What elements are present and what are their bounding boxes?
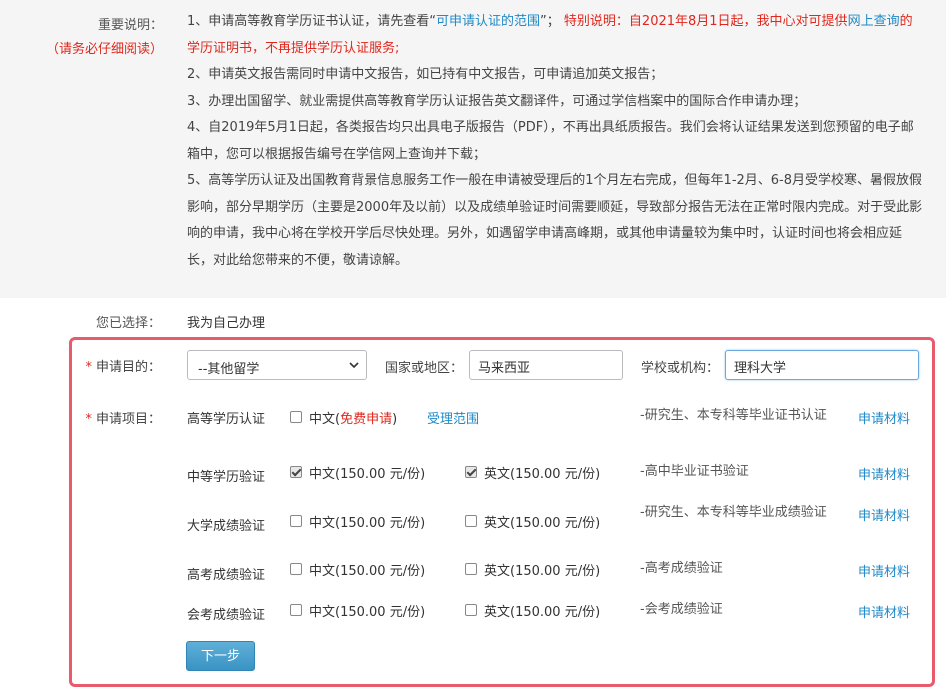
purpose-select-value: --其他留学 — [198, 362, 260, 377]
chevron-down-icon — [349, 362, 359, 369]
checkbox-gaokao-en[interactable] — [465, 563, 477, 575]
desc-huikao: -会考成绩验证 — [640, 602, 723, 617]
material-link-secondary-edu[interactable]: 申请材料 — [858, 464, 910, 483]
notice-item-1: 1、申请高等教育学历证书认证，请先查看“可申请认证的范围”； 特别说明：自202… — [187, 9, 924, 62]
option-university-cn: 中文(150.00 元/份) — [309, 516, 426, 531]
desc-secondary-edu: -高中毕业证书验证 — [640, 464, 749, 479]
material-link-university-grades[interactable]: 申请材料 — [858, 505, 910, 524]
notice-item-3: 3、办理出国留学、就业需提供高等教育学历认证报告英文翻译件，可通过学信档案中的国… — [187, 93, 807, 109]
checkbox-university-cn[interactable] — [290, 515, 302, 527]
option-gaokao-cn: 中文(150.00 元/份) — [309, 564, 426, 579]
material-link-higher-edu[interactable]: 申请材料 — [858, 408, 910, 427]
notice-item-5: 5、高等学历认证及出国教育背景信息服务工作一般在申请被受理后的1个月左右完成，但… — [187, 173, 923, 268]
notice-panel: 重要说明： （请务必仔细阅读） 1、申请高等教育学历证书认证，请先查看“可申请认… — [0, 0, 946, 298]
option-text-close: ) — [392, 412, 398, 427]
option-huikao-cn: 中文(150.00 元/份) — [309, 605, 426, 620]
acceptance-scope-link[interactable]: 受理范围 — [427, 408, 479, 427]
country-label: 国家或地区： — [385, 361, 464, 376]
option-huikao-en: 英文(150.00 元/份) — [484, 605, 601, 620]
project-label: 申请项目： — [95, 412, 161, 427]
material-link-gaokao[interactable]: 申请材料 — [858, 561, 910, 580]
checkbox-higher-edu-cn[interactable] — [290, 411, 302, 423]
purpose-select[interactable]: --其他留学 — [187, 350, 367, 380]
checkbox-gaokao-cn[interactable] — [290, 563, 302, 575]
item-name-gaokao: 高考成绩验证 — [187, 568, 266, 583]
item-name-huikao: 会考成绩验证 — [187, 608, 266, 623]
country-input[interactable]: 马来西亚 — [469, 350, 623, 380]
notice-item-1-special: 特别说明：自2021年8月1日起，我中心对可提供 — [563, 14, 848, 29]
material-link-huikao[interactable]: 申请材料 — [858, 602, 910, 621]
desc-university-grades: -研究生、本专科等毕业成绩验证 — [640, 505, 827, 520]
school-input[interactable]: 理科大学 — [725, 350, 919, 380]
option-gaokao-en: 英文(150.00 元/份) — [484, 564, 601, 579]
online-query-link[interactable]: 网上查询 — [848, 14, 900, 29]
notice-item-4: 4、自2019年5月1日起，各类报告均只出具电子版报告（PDF），不再出具纸质报… — [187, 120, 914, 162]
purpose-label-wrap: * 申请目的： — [0, 356, 161, 375]
required-mark: * — [85, 360, 92, 375]
desc-higher-edu: -研究生、本专科等毕业证书认证 — [640, 408, 827, 423]
notice-body: 1、申请高等教育学历证书认证，请先查看“可申请认证的范围”； 特别说明：自202… — [187, 9, 924, 274]
chosen-value: 我为自己办理 — [187, 316, 266, 331]
item-name-higher-edu: 高等学历认证 — [187, 412, 266, 427]
item-name-university-grades: 大学成绩验证 — [187, 519, 266, 534]
checkbox-huikao-en[interactable] — [465, 604, 477, 616]
required-mark: * — [85, 412, 92, 427]
notice-item-1-mid: ”； — [540, 14, 560, 29]
checkbox-secondary-cn[interactable] — [290, 466, 302, 478]
option-text: 中文( — [309, 412, 341, 427]
notice-item-1-text: 1、申请高等教育学历证书认证，请先查看“ — [187, 14, 437, 29]
option-secondary-cn: 中文(150.00 元/份) — [309, 467, 426, 482]
free-apply-text: 免费申请 — [340, 412, 393, 427]
option-university-en: 英文(150.00 元/份) — [484, 516, 601, 531]
item-name-secondary-edu: 中等学历验证 — [187, 470, 266, 485]
next-step-button[interactable]: 下一步 — [186, 641, 255, 671]
notice-item-2: 2、申请英文报告需同时申请中文报告，如已持有中文报告，可申请追加英文报告； — [187, 67, 664, 82]
project-label-wrap: * 申请项目： — [0, 408, 161, 427]
school-label: 学校或机构： — [641, 361, 720, 376]
option-secondary-en: 英文(150.00 元/份) — [484, 467, 601, 482]
chosen-label: 您已选择： — [95, 316, 161, 331]
desc-gaokao: -高考成绩验证 — [640, 561, 723, 576]
checkbox-secondary-en[interactable] — [465, 466, 477, 478]
checkbox-university-en[interactable] — [465, 515, 477, 527]
notice-label: 重要说明： — [97, 18, 163, 33]
option-higher-edu-cn: 中文(免费申请) — [309, 408, 397, 427]
notice-sublabel: （请务必仔细阅读） — [45, 42, 163, 57]
apply-scope-link[interactable]: 可申请认证的范围 — [436, 14, 540, 29]
checkbox-huikao-cn[interactable] — [290, 604, 302, 616]
purpose-label: 申请目的： — [95, 360, 161, 375]
